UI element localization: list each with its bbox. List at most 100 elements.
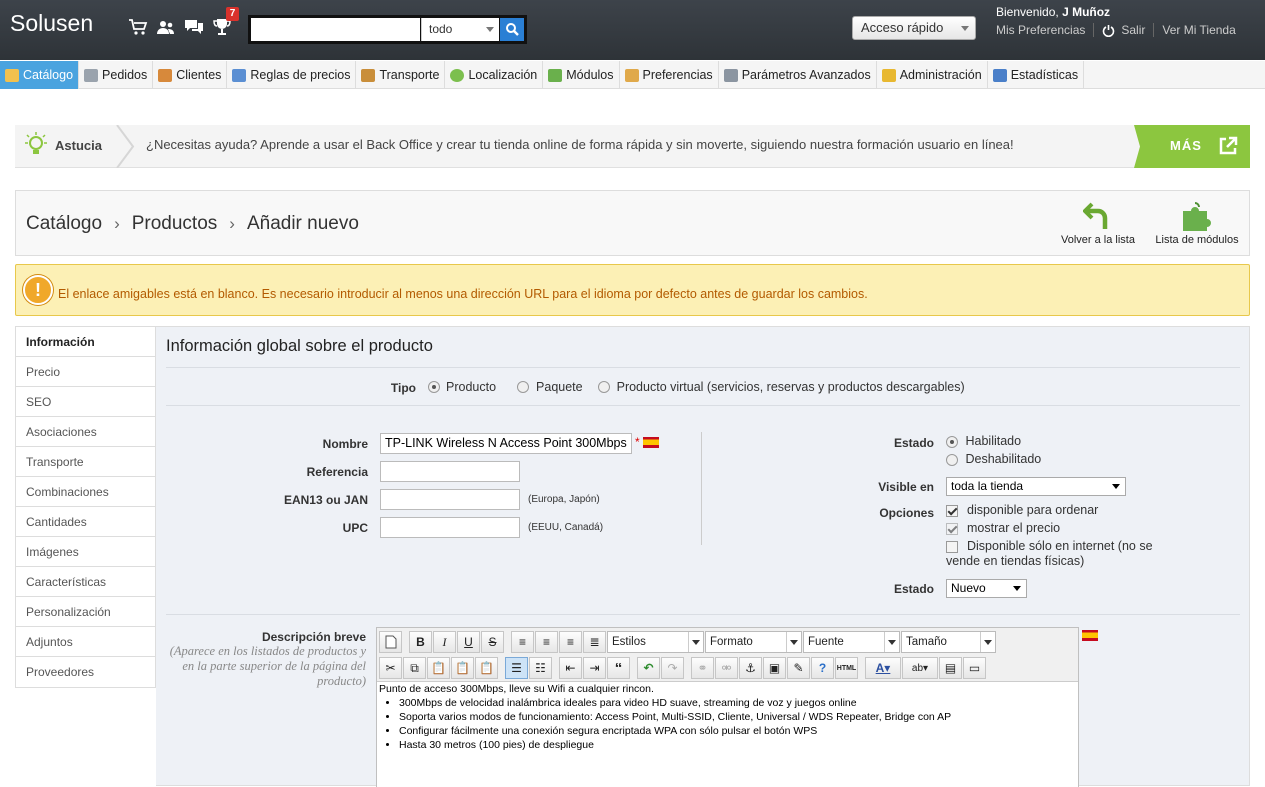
menu-item-advanced-parameters[interactable]: Parámetros Avanzados	[719, 61, 877, 89]
menu-item-statistics[interactable]: Estadísticas	[988, 61, 1085, 89]
tab-associations[interactable]: Asociaciones	[16, 417, 155, 447]
module-list-button[interactable]: Lista de módulos	[1154, 201, 1240, 246]
media-icon[interactable]: ▤	[939, 657, 962, 679]
breadcrumb-products[interactable]: Productos	[132, 213, 218, 235]
menu-item-label: Pedidos	[102, 68, 148, 82]
font-select[interactable]: Fuente	[803, 631, 900, 653]
menu-item-modules[interactable]: Módulos	[543, 61, 620, 89]
text-color-icon[interactable]: A▾	[865, 657, 901, 679]
menu-item-catalog[interactable]: Catálogo	[0, 61, 80, 89]
visibility-select[interactable]: toda la tienda	[946, 477, 1126, 496]
new-page-icon[interactable]	[379, 631, 402, 653]
separator	[1093, 23, 1095, 37]
available-order-checkbox[interactable]	[946, 504, 958, 517]
align-center-icon[interactable]: ≡	[535, 631, 558, 653]
tab-images[interactable]: Imágenes	[16, 537, 155, 567]
bold-button[interactable]: B	[409, 631, 432, 653]
tab-features[interactable]: Características	[16, 567, 155, 597]
align-justify-icon[interactable]: ≣	[583, 631, 606, 653]
strikethrough-button[interactable]: S	[481, 631, 504, 653]
power-icon[interactable]	[1102, 24, 1115, 37]
tab-customization[interactable]: Personalización	[16, 597, 155, 627]
italic-button[interactable]: I	[433, 631, 456, 653]
reference-input[interactable]	[380, 461, 520, 482]
unlink-icon[interactable]: ⚮	[715, 657, 738, 679]
name-input[interactable]: TP-LINK Wireless N Access Point 300Mbps	[380, 433, 632, 454]
status-radio-enabled[interactable]	[946, 435, 958, 448]
search-button[interactable]	[500, 18, 524, 41]
outdent-icon[interactable]: ⇤	[559, 657, 582, 679]
undo-icon[interactable]: ↶	[637, 657, 660, 679]
paste-word-icon[interactable]: 📋	[475, 657, 498, 679]
menu-item-localization[interactable]: Localización	[445, 61, 544, 89]
spain-flag-icon[interactable]	[1082, 630, 1098, 641]
menu-item-administration[interactable]: Administración	[877, 61, 988, 89]
underline-button[interactable]: U	[457, 631, 480, 653]
tab-attachments[interactable]: Adjuntos	[16, 627, 155, 657]
messages-icon[interactable]	[184, 17, 204, 37]
align-right-icon[interactable]: ≡	[559, 631, 582, 653]
tab-information[interactable]: Información	[16, 327, 155, 357]
tab-shipping[interactable]: Transporte	[16, 447, 155, 477]
blockquote-icon[interactable]: “	[607, 657, 630, 679]
online-only-checkbox[interactable]	[946, 540, 958, 553]
image-icon[interactable]: ▣	[763, 657, 786, 679]
puzzle-icon	[1183, 202, 1211, 231]
styles-select[interactable]: Estilos	[607, 631, 704, 653]
tab-combinations[interactable]: Combinaciones	[16, 477, 155, 507]
format-select[interactable]: Formato	[705, 631, 802, 653]
quick-access-select[interactable]: Acceso rápido	[852, 16, 976, 40]
condition-select[interactable]: Nuevo	[946, 579, 1027, 598]
type-radio-product[interactable]	[428, 381, 440, 393]
option-available-order: disponible para ordenar	[946, 503, 1098, 517]
show-price-checkbox[interactable]	[946, 522, 958, 535]
divider-shape	[1134, 125, 1142, 168]
search-scope-select[interactable]: todo	[421, 18, 499, 41]
help-icon[interactable]: ?	[811, 657, 834, 679]
bulleted-list-icon[interactable]: ☰	[505, 657, 528, 679]
cut-icon[interactable]: ✂	[379, 657, 402, 679]
menu-item-preferences[interactable]: Preferencias	[620, 61, 719, 89]
paste-text-icon[interactable]: 📋	[451, 657, 474, 679]
status-radio-disabled[interactable]	[946, 453, 958, 466]
menu-item-orders[interactable]: Pedidos	[79, 61, 154, 89]
breadcrumb-catalog[interactable]: Catálogo	[26, 213, 102, 235]
anchor-icon[interactable]: ⚓	[739, 657, 762, 679]
tab-price[interactable]: Precio	[16, 357, 155, 387]
redo-icon[interactable]: ↷	[661, 657, 684, 679]
preferences-link[interactable]: Mis Preferencias	[996, 23, 1085, 37]
paste-icon[interactable]: 📋	[427, 657, 450, 679]
type-options: Producto Paquete Producto virtual (servi…	[428, 380, 965, 394]
type-radio-pack[interactable]	[517, 381, 530, 393]
tab-seo[interactable]: SEO	[16, 387, 155, 417]
size-select[interactable]: Tamaño	[901, 631, 996, 653]
numbered-list-icon[interactable]: ☷	[529, 657, 552, 679]
align-left-icon[interactable]: ≡	[511, 631, 534, 653]
spain-flag-icon[interactable]	[643, 437, 659, 448]
warning-text: El enlace amigables está en blanco. Es n…	[58, 287, 868, 301]
logout-link[interactable]: Salir	[1121, 23, 1145, 37]
ean-input[interactable]	[380, 489, 520, 510]
view-store-link[interactable]: Ver Mi Tienda	[1162, 23, 1235, 37]
menu-item-price-rules[interactable]: Reglas de precios	[227, 61, 357, 89]
template-icon[interactable]: ▭	[963, 657, 986, 679]
customers-icon[interactable]	[156, 17, 176, 37]
back-to-list-button[interactable]: Volver a la lista	[1060, 201, 1136, 246]
copy-icon[interactable]: ⧉	[403, 657, 426, 679]
indent-icon[interactable]: ⇥	[583, 657, 606, 679]
app-logo[interactable]: Solusen	[10, 10, 93, 37]
highlight-color-icon[interactable]: ab▾	[902, 657, 938, 679]
type-radio-virtual[interactable]	[597, 381, 610, 393]
link-icon[interactable]: ⚭	[691, 657, 714, 679]
short-description-content[interactable]: Punto de acceso 300Mbps, lleve su Wifi a…	[377, 681, 1078, 787]
tab-quantities[interactable]: Cantidades	[16, 507, 155, 537]
upc-input[interactable]	[380, 517, 520, 538]
menu-item-shipping[interactable]: Transporte	[356, 61, 446, 89]
cleanup-icon[interactable]: ✎	[787, 657, 810, 679]
tab-suppliers[interactable]: Proveedores	[16, 657, 155, 687]
search-input[interactable]	[251, 18, 420, 41]
menu-item-customers[interactable]: Clientes	[153, 61, 228, 89]
more-button[interactable]: MÁS	[1134, 125, 1250, 168]
html-source-icon[interactable]: HTML	[835, 657, 858, 679]
cart-icon[interactable]	[128, 17, 148, 37]
